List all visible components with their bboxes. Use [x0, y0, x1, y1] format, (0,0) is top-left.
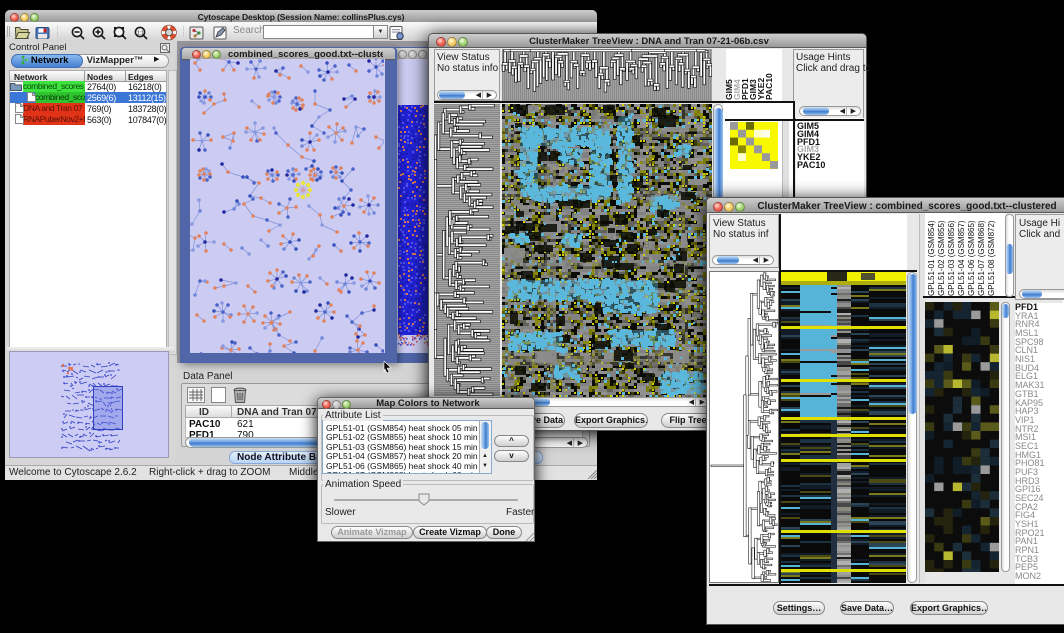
svg-text:GPL51-06 (GSM865): GPL51-06 (GSM865): [967, 220, 976, 296]
svg-text:PAC10: PAC10: [764, 73, 774, 100]
svg-text:GPL51-03 (GSM856): GPL51-03 (GSM856): [947, 220, 956, 296]
svg-text:GPL51-08 (GSM872): GPL51-08 (GSM872): [987, 220, 996, 296]
svg-text:GPL51-02 (GSM855): GPL51-02 (GSM855): [937, 220, 946, 296]
svg-text:GPL51-01 (GSM854): GPL51-01 (GSM854): [927, 220, 936, 296]
svg-text:GPL51-07 (GSM868): GPL51-07 (GSM868): [977, 220, 986, 296]
svg-text:1:1: 1:1: [137, 31, 144, 37]
svg-text:GPL51-04 (GSM857): GPL51-04 (GSM857): [957, 220, 966, 296]
